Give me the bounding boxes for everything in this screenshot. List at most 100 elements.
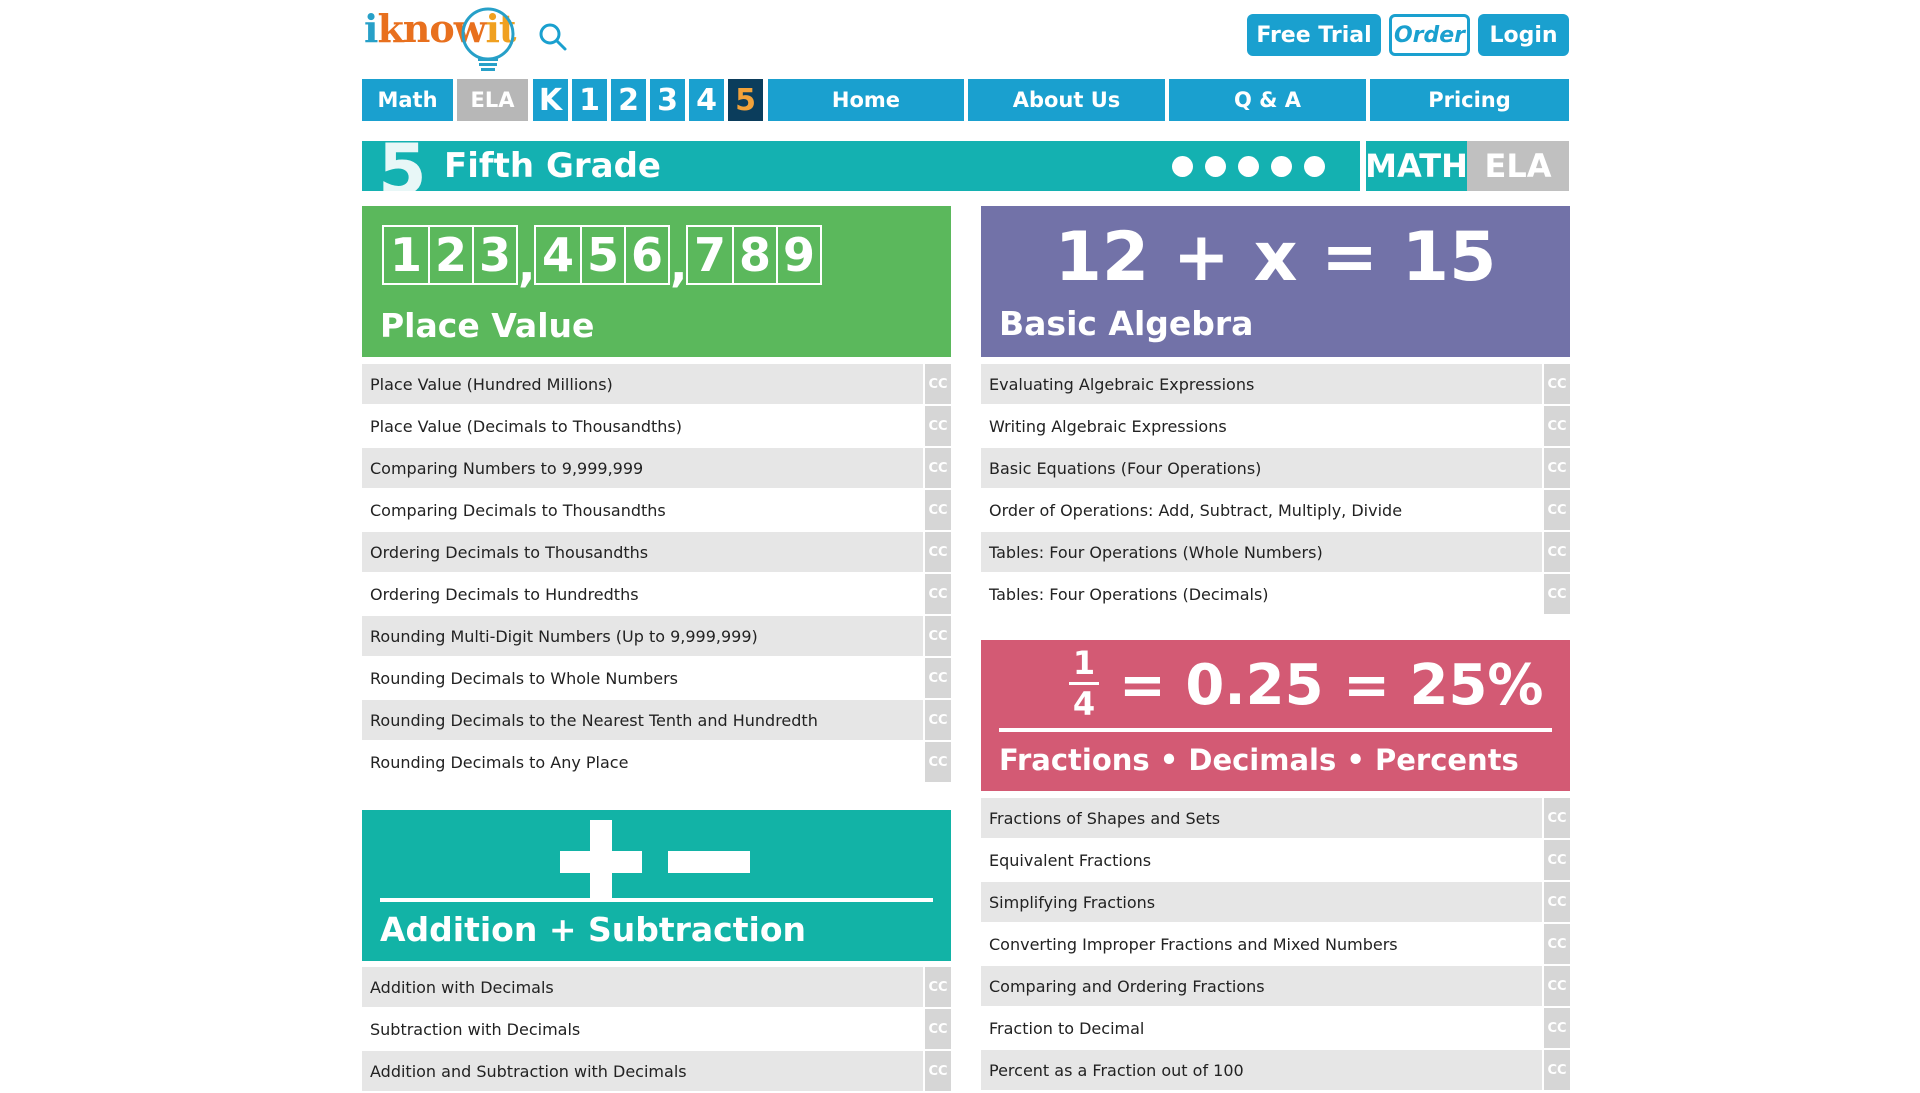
skill-link[interactable]: Place Value (Decimals to Thousandths) — [362, 406, 923, 446]
cc-badge[interactable]: CC — [1544, 364, 1570, 404]
nav-about-us[interactable]: About Us — [968, 79, 1165, 121]
nav-math[interactable]: Math — [362, 79, 453, 121]
skill-row[interactable]: Rounding Decimals to the Nearest Tenth a… — [362, 700, 951, 742]
skill-link[interactable]: Order of Operations: Add, Subtract, Mult… — [981, 490, 1542, 530]
cc-badge[interactable]: CC — [1544, 840, 1570, 880]
skill-row[interactable]: Rounding Decimals to Whole Numbers CC — [362, 658, 951, 700]
cc-badge[interactable]: CC — [1544, 532, 1570, 572]
skill-row[interactable]: Comparing Decimals to Thousandths CC — [362, 490, 951, 532]
category-fractions-decimals-percents[interactable]: 1 4 = 0.25 = 25% Fractions • Decimals • … — [981, 640, 1570, 791]
category-place-value[interactable]: 1 2 3 , 4 5 6 , 7 8 9 Place Value — [362, 206, 951, 357]
skill-link[interactable]: Place Value (Hundred Millions) — [362, 364, 923, 404]
cc-badge[interactable]: CC — [925, 967, 951, 1007]
skill-row[interactable]: Place Value (Decimals to Thousandths) CC — [362, 406, 951, 448]
skill-link[interactable]: Tables: Four Operations (Whole Numbers) — [981, 532, 1542, 572]
skill-link[interactable]: Evaluating Algebraic Expressions — [981, 364, 1542, 404]
skill-row[interactable]: Evaluating Algebraic Expressions CC — [981, 364, 1570, 406]
subject-tab-math[interactable]: MATH — [1365, 141, 1468, 191]
login-button[interactable]: Login — [1478, 14, 1569, 56]
cc-badge[interactable]: CC — [925, 658, 951, 698]
skill-row[interactable]: Basic Equations (Four Operations) CC — [981, 448, 1570, 490]
nav-grade-k[interactable]: K — [533, 79, 568, 121]
iknowit-logo[interactable]: iknowit — [364, 6, 524, 72]
skill-row[interactable]: Place Value (Hundred Millions) CC — [362, 364, 951, 406]
cc-badge[interactable]: CC — [1544, 966, 1570, 1006]
nav-pricing[interactable]: Pricing — [1370, 79, 1569, 121]
skill-link[interactable]: Tables: Four Operations (Decimals) — [981, 574, 1542, 614]
cc-badge[interactable]: CC — [1544, 798, 1570, 838]
cc-badge[interactable]: CC — [925, 616, 951, 656]
skill-link[interactable]: Equivalent Fractions — [981, 840, 1542, 880]
skill-link[interactable]: Subtraction with Decimals — [362, 1009, 923, 1049]
nav-home[interactable]: Home — [768, 79, 964, 121]
skill-row[interactable]: Tables: Four Operations (Decimals) CC — [981, 574, 1570, 616]
cc-badge[interactable]: CC — [925, 574, 951, 614]
cc-badge[interactable]: CC — [1544, 924, 1570, 964]
skill-row[interactable]: Ordering Decimals to Thousandths CC — [362, 532, 951, 574]
skill-link[interactable]: Addition with Decimals — [362, 967, 923, 1007]
nav-grade-5[interactable]: 5 — [728, 79, 763, 121]
skill-link[interactable]: Comparing Numbers to 9,999,999 — [362, 448, 923, 488]
cc-badge[interactable]: CC — [925, 364, 951, 404]
category-basic-algebra[interactable]: 12 + x = 15 Basic Algebra — [981, 206, 1570, 357]
skill-link[interactable]: Comparing and Ordering Fractions — [981, 966, 1542, 1006]
skill-row[interactable]: Simplifying Fractions CC — [981, 882, 1570, 924]
cc-badge[interactable]: CC — [925, 532, 951, 572]
skill-row[interactable]: Order of Operations: Add, Subtract, Mult… — [981, 490, 1570, 532]
skill-link[interactable]: Rounding Decimals to the Nearest Tenth a… — [362, 700, 923, 740]
category-addition-subtraction[interactable]: Addition + Subtraction — [362, 810, 951, 961]
cc-badge[interactable]: CC — [925, 1009, 951, 1049]
skill-row[interactable]: Percent as a Fraction out of 100 CC — [981, 1050, 1570, 1092]
skill-row[interactable]: Addition and Subtraction with Decimals CC — [362, 1051, 951, 1093]
skill-row[interactable]: Comparing and Ordering Fractions CC — [981, 966, 1570, 1008]
skill-link[interactable]: Addition and Subtraction with Decimals — [362, 1051, 923, 1091]
skill-link[interactable]: Rounding Decimals to Any Place — [362, 742, 923, 782]
cc-badge[interactable]: CC — [1544, 1050, 1570, 1090]
nav-grade-3[interactable]: 3 — [650, 79, 685, 121]
skill-link[interactable]: Comparing Decimals to Thousandths — [362, 490, 923, 530]
skill-row[interactable]: Fractions of Shapes and Sets CC — [981, 798, 1570, 840]
skill-row[interactable]: Ordering Decimals to Hundredths CC — [362, 574, 951, 616]
cc-badge[interactable]: CC — [1544, 448, 1570, 488]
nav-qa[interactable]: Q & A — [1169, 79, 1366, 121]
skill-link[interactable]: Rounding Decimals to Whole Numbers — [362, 658, 923, 698]
cc-badge[interactable]: CC — [925, 742, 951, 782]
skill-link[interactable]: Simplifying Fractions — [981, 882, 1542, 922]
order-button[interactable]: Order — [1389, 14, 1470, 56]
search-icon[interactable] — [538, 22, 568, 52]
skill-link[interactable]: Ordering Decimals to Hundredths — [362, 574, 923, 614]
skill-row[interactable]: Subtraction with Decimals CC — [362, 1009, 951, 1051]
skill-row[interactable]: Tables: Four Operations (Whole Numbers) C… — [981, 532, 1570, 574]
nav-grade-2[interactable]: 2 — [611, 79, 646, 121]
nav-ela[interactable]: ELA — [457, 79, 528, 121]
cc-badge[interactable]: CC — [1544, 406, 1570, 446]
free-trial-button[interactable]: Free Trial — [1247, 14, 1381, 56]
nav-grade-1[interactable]: 1 — [572, 79, 607, 121]
skill-link[interactable]: Writing Algebraic Expressions — [981, 406, 1542, 446]
cc-badge[interactable]: CC — [925, 490, 951, 530]
skill-link[interactable]: Rounding Multi-Digit Numbers (Up to 9,99… — [362, 616, 923, 656]
cc-badge[interactable]: CC — [1544, 1008, 1570, 1048]
cc-badge[interactable]: CC — [925, 406, 951, 446]
skill-link[interactable]: Fraction to Decimal — [981, 1008, 1542, 1048]
cc-badge[interactable]: CC — [1544, 490, 1570, 530]
skill-row[interactable]: Equivalent Fractions CC — [981, 840, 1570, 882]
skill-link[interactable]: Fractions of Shapes and Sets — [981, 798, 1542, 838]
cc-badge[interactable]: CC — [925, 448, 951, 488]
skill-row[interactable]: Rounding Multi-Digit Numbers (Up to 9,99… — [362, 616, 951, 658]
skill-link[interactable]: Converting Improper Fractions and Mixed … — [981, 924, 1542, 964]
skill-link[interactable]: Percent as a Fraction out of 100 — [981, 1050, 1542, 1090]
skill-row[interactable]: Comparing Numbers to 9,999,999 CC — [362, 448, 951, 490]
subject-tab-ela[interactable]: ELA — [1467, 141, 1569, 191]
skill-link[interactable]: Basic Equations (Four Operations) — [981, 448, 1542, 488]
skill-row[interactable]: Writing Algebraic Expressions CC — [981, 406, 1570, 448]
skill-link[interactable]: Ordering Decimals to Thousandths — [362, 532, 923, 572]
cc-badge[interactable]: CC — [1544, 882, 1570, 922]
skill-row[interactable]: Rounding Decimals to Any Place CC — [362, 742, 951, 784]
cc-badge[interactable]: CC — [925, 1051, 951, 1091]
skill-row[interactable]: Fraction to Decimal CC — [981, 1008, 1570, 1050]
skill-row[interactable]: Addition with Decimals CC — [362, 967, 951, 1009]
skill-row[interactable]: Converting Improper Fractions and Mixed … — [981, 924, 1570, 966]
cc-badge[interactable]: CC — [1544, 574, 1570, 614]
nav-grade-4[interactable]: 4 — [689, 79, 724, 121]
